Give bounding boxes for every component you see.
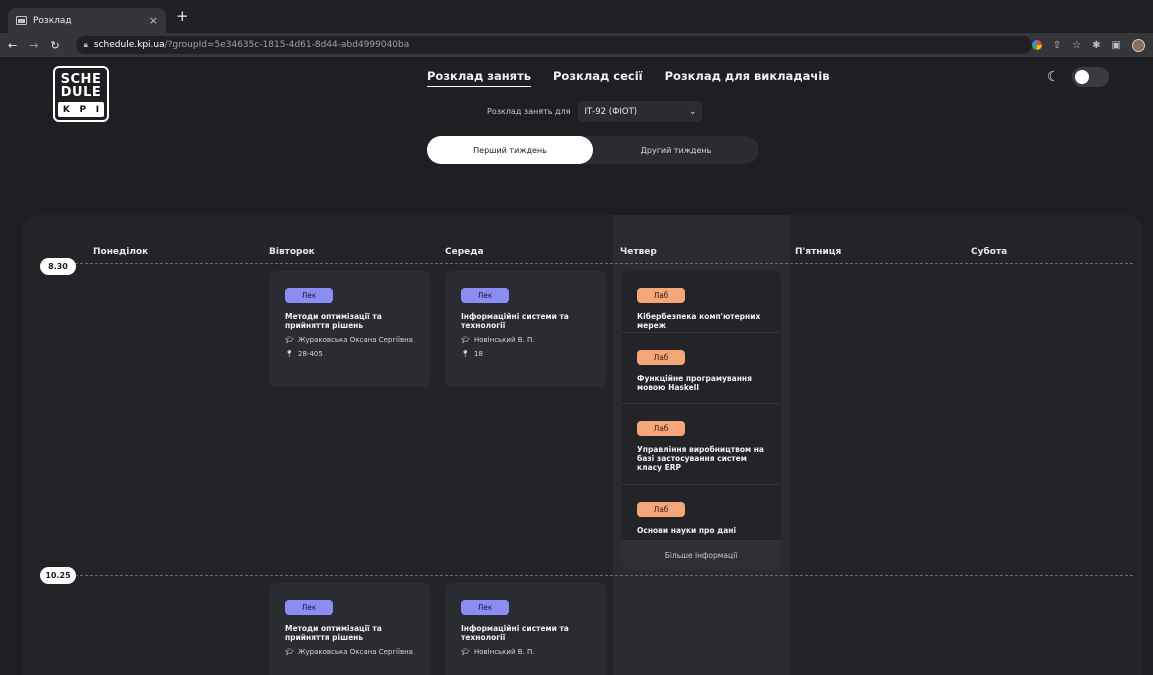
more-info-button[interactable]: Більше інформації bbox=[621, 541, 781, 570]
second-week-button[interactable]: Другий тиждень bbox=[593, 136, 759, 164]
lesson-title: Основи науки про дані bbox=[637, 526, 737, 535]
lesson-type-badge: Лек bbox=[461, 600, 509, 615]
calendar-icon bbox=[16, 16, 27, 25]
first-week-button[interactable]: Перший тиждень bbox=[427, 136, 593, 164]
lesson-card[interactable]: Лек Інформаційні системи та технології 🎓… bbox=[445, 583, 606, 675]
lesson-type-badge: Лаб bbox=[637, 421, 685, 436]
address-bar[interactable]: 🔒︎ schedule.kpi.ua /?groupId=5e34635c-18… bbox=[75, 36, 1032, 54]
location-pin-icon: 📍︎ bbox=[285, 350, 294, 358]
logo-kpi-bar: K P I bbox=[58, 102, 104, 117]
forward-icon[interactable]: → bbox=[29, 39, 38, 52]
share-icon[interactable]: ⇧ bbox=[1053, 40, 1061, 51]
schedule-kpi-logo[interactable]: SCHE DULE K P I bbox=[53, 66, 109, 122]
logo-letter: K bbox=[62, 104, 70, 115]
lesson-type-badge: Лаб bbox=[637, 288, 685, 303]
google-icon[interactable] bbox=[1031, 40, 1042, 50]
lesson-teacher[interactable]: Жураковська Оксана Сергіївна bbox=[298, 336, 413, 344]
day-wednesday: Середа bbox=[445, 247, 484, 257]
url-path: /?groupId=5e34635c-1815-4d61-8d44-abd499… bbox=[164, 40, 410, 50]
browser-toolbar: ← → ↻ 🔒︎ schedule.kpi.ua /?groupId=5e346… bbox=[0, 33, 1153, 57]
lesson-type-badge: Лек bbox=[285, 288, 333, 303]
lesson-type-badge: Лаб bbox=[637, 502, 685, 517]
nav-session-schedule[interactable]: Розклад сесії bbox=[553, 69, 643, 87]
day-thursday: Четвер bbox=[620, 247, 657, 257]
lesson-card[interactable]: Лек Інформаційні системи та технології 🎓… bbox=[445, 271, 606, 387]
site-header: SCHE DULE K P I Розклад занять Розклад с… bbox=[0, 57, 1153, 192]
lab-group-card: Лаб Кібербезпека комп'ютерних мереж Лаб … bbox=[621, 271, 781, 570]
lesson-room: 28-405 bbox=[298, 350, 323, 358]
lesson-card[interactable]: Лаб Кібербезпека комп'ютерних мереж bbox=[621, 271, 781, 333]
logo-letter: I bbox=[95, 104, 100, 115]
group-selector-row: Розклад занять для ІТ-92 (ФІОТ) ⌄ bbox=[487, 101, 703, 122]
time-badge: 10.25 bbox=[40, 567, 76, 584]
extensions-icon[interactable]: ✱ bbox=[1092, 40, 1100, 51]
week-switcher: Перший тиждень Другий тиждень bbox=[427, 136, 759, 164]
lesson-type-badge: Лек bbox=[285, 600, 333, 615]
close-tab-icon[interactable]: × bbox=[149, 14, 158, 27]
time-badge: 8.30 bbox=[40, 258, 76, 275]
lesson-title: Інформаційні системи та технології bbox=[461, 624, 569, 642]
browser-tab[interactable]: Розклад × bbox=[8, 8, 166, 33]
tab-title: Розклад bbox=[33, 15, 72, 26]
bookmark-star-icon[interactable]: ☆ bbox=[1072, 40, 1081, 51]
teacher-cap-icon: 🎓︎ bbox=[461, 648, 470, 656]
profile-avatar[interactable] bbox=[1132, 38, 1145, 52]
lesson-type-badge: Лек bbox=[461, 288, 509, 303]
lesson-title: Функційне програмування мовою Haskell bbox=[637, 374, 752, 392]
lesson-teacher[interactable]: Новінський В. П. bbox=[474, 648, 534, 656]
group-value: ІТ-92 (ФІОТ) bbox=[584, 106, 638, 117]
group-label: Розклад занять для bbox=[487, 107, 571, 116]
lesson-title: Методи оптимізації та прийняття рішень bbox=[285, 312, 382, 330]
browser-tab-bar: Розклад × + bbox=[0, 0, 1153, 33]
new-tab-icon[interactable]: + bbox=[176, 7, 189, 25]
moon-icon: ☾ bbox=[1047, 69, 1060, 85]
day-saturday: Субота bbox=[971, 247, 1008, 257]
main-nav: Розклад занять Розклад сесії Розклад для… bbox=[427, 69, 829, 87]
lesson-room: 18 bbox=[474, 350, 483, 358]
lesson-card[interactable]: Лаб Функційне програмування мовою Haskel… bbox=[621, 333, 781, 404]
lesson-teacher[interactable]: Новінський В. П. bbox=[474, 336, 534, 344]
lesson-type-badge: Лаб bbox=[637, 350, 685, 365]
time-divider bbox=[70, 575, 1133, 576]
day-friday: П'ятниця bbox=[795, 247, 842, 257]
lesson-title: Інформаційні системи та технології bbox=[461, 312, 569, 330]
reload-icon[interactable]: ↻ bbox=[50, 39, 59, 52]
back-icon[interactable]: ← bbox=[8, 39, 17, 52]
logo-line2: DULE bbox=[60, 85, 102, 100]
lock-icon: 🔒︎ bbox=[83, 40, 88, 49]
day-monday: Понеділок bbox=[93, 247, 149, 257]
teacher-cap-icon: 🎓︎ bbox=[285, 648, 294, 656]
lesson-card[interactable]: Лаб Основи науки про дані bbox=[621, 485, 781, 541]
nav-teacher-schedule[interactable]: Розклад для викладачів bbox=[665, 69, 830, 87]
schedule-page: SCHE DULE K P I Розклад занять Розклад с… bbox=[0, 57, 1153, 675]
nav-class-schedule[interactable]: Розклад занять bbox=[427, 69, 531, 87]
chevron-down-icon: ⌄ bbox=[688, 106, 697, 117]
lesson-card[interactable]: Лаб Управління виробництвом на базі заст… bbox=[621, 404, 781, 485]
lesson-card[interactable]: Лек Методи оптимізації та прийняття ріше… bbox=[269, 271, 430, 387]
url-host: schedule.kpi.ua bbox=[93, 40, 165, 50]
group-select[interactable]: ІТ-92 (ФІОТ) ⌄ bbox=[578, 101, 703, 122]
lesson-teacher[interactable]: Жураковська Оксана Сергіївна bbox=[298, 648, 413, 656]
theme-switch: ☾ bbox=[1047, 67, 1109, 87]
lesson-title: Методи оптимізації та прийняття рішень bbox=[285, 624, 382, 642]
day-tuesday: Вівторок bbox=[269, 247, 315, 257]
teacher-cap-icon: 🎓︎ bbox=[285, 336, 294, 344]
lesson-title: Управління виробництвом на базі застосув… bbox=[637, 445, 764, 472]
location-pin-icon: 📍︎ bbox=[461, 350, 470, 358]
timetable: Понеділок Вівторок Середа Четвер П'ятниц… bbox=[22, 215, 1143, 675]
theme-toggle[interactable] bbox=[1071, 67, 1109, 87]
teacher-cap-icon: 🎓︎ bbox=[461, 336, 470, 344]
side-panel-icon[interactable]: ▣ bbox=[1112, 40, 1121, 51]
logo-letter: P bbox=[79, 104, 87, 115]
time-divider bbox=[70, 263, 1133, 264]
lesson-card[interactable]: Лек Методи оптимізації та прийняття ріше… bbox=[269, 583, 430, 675]
lesson-title: Кібербезпека комп'ютерних мереж bbox=[637, 312, 761, 330]
